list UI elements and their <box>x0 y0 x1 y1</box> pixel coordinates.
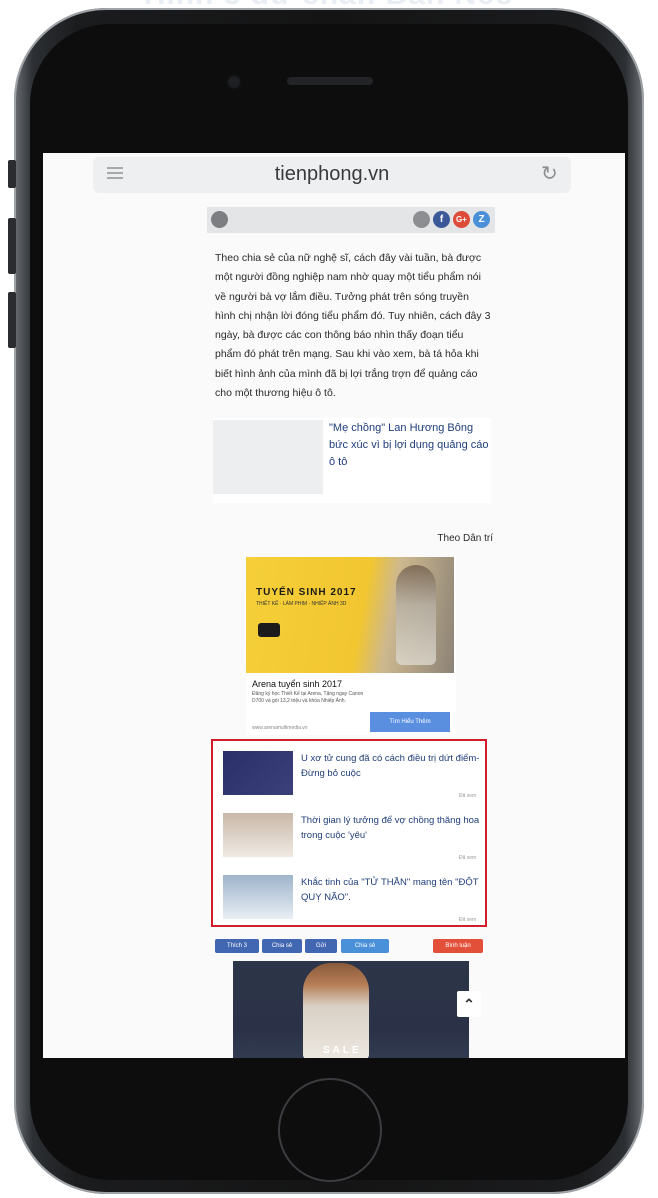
ad-headline: TUYỂN SINH 2017 <box>256 587 357 598</box>
circle-icon[interactable] <box>413 211 430 228</box>
recommended-title[interactable]: U xơ tử cung đã có cách điều trị dứt điể… <box>301 751 481 781</box>
stroke-thumbnail[interactable] <box>223 875 293 919</box>
front-camera <box>228 76 240 88</box>
uterus-thumbnail[interactable] <box>223 751 293 795</box>
recommended-meta: Đã xem <box>459 793 477 799</box>
related-thumbnail[interactable] <box>213 420 323 494</box>
share-button[interactable]: Chia sẻ <box>262 939 302 953</box>
like-button[interactable]: Thích 3 <box>215 939 259 953</box>
ad-title[interactable]: Arena tuyển sinh 2017 <box>252 679 342 689</box>
google-plus-icon[interactable]: G+ <box>453 211 470 228</box>
recommended-title[interactable]: Thời gian lý tưởng để vợ chồng thăng hoa… <box>301 813 481 843</box>
mute-switch <box>8 160 16 188</box>
social-bar: Thích 3 Chia sẻ Gửi Chia sẻ Bình luận <box>215 939 487 953</box>
zalo-share-button[interactable]: Chia sẻ <box>341 939 389 953</box>
send-button[interactable]: Gửi <box>305 939 337 953</box>
address-bar[interactable]: tienphong.vn ↻ <box>93 157 571 193</box>
facebook-icon[interactable]: f <box>433 211 450 228</box>
ad-description: Đăng ký học Thiết Kế tại Arena, Tặng nga… <box>252 691 364 704</box>
couple-thumbnail[interactable] <box>223 813 293 857</box>
related-article[interactable]: "Mẹ chồng" Lan Hương Bông bức xúc vì bị … <box>213 418 491 503</box>
home-button[interactable] <box>278 1078 382 1182</box>
camera-icon <box>258 623 280 637</box>
ad-subheadline: THIẾT KẾ · LÀM PHIM · NHIẾP ẢNH 3D <box>256 601 347 607</box>
ad-cta-button[interactable]: Tìm Hiểu Thêm <box>370 712 450 732</box>
recommended-item[interactable]: Khắc tinh của "TỬ THẦN" mang tên "ĐỘT QU… <box>223 873 485 929</box>
recommended-item[interactable]: Thời gian lý tưởng để vợ chồng thăng hoa… <box>223 811 485 867</box>
volume-down-button <box>8 292 16 348</box>
zalo-icon[interactable]: Z <box>473 211 490 228</box>
advertisement[interactable]: TUYỂN SINH 2017 THIẾT KẾ · LÀM PHIM · NH… <box>246 557 456 735</box>
earpiece-speaker <box>287 77 373 85</box>
settings-icon[interactable] <box>211 211 228 228</box>
model-image <box>303 963 369 1058</box>
volume-up-button <box>8 218 16 274</box>
ad-domain: www.arenamultimedia.vn <box>252 725 308 731</box>
comment-button[interactable]: Bình luận <box>433 939 483 953</box>
sale-text: SALE <box>323 1045 362 1056</box>
recommended-meta: Đã xem <box>459 855 477 861</box>
bottom-advertisement[interactable]: SALE <box>233 961 469 1058</box>
share-toolbar: f G+ Z <box>207 207 495 233</box>
recommended-title[interactable]: Khắc tinh của "TỬ THẦN" mang tên "ĐỘT QU… <box>301 875 481 905</box>
recommended-meta: Đã xem <box>459 917 477 923</box>
scroll-to-top-button[interactable]: ⌃ <box>457 991 481 1017</box>
phone-screen: tienphong.vn ↻ f G+ Z Theo chia sẻ của n… <box>43 153 625 1058</box>
ad-person-image <box>396 565 436 665</box>
recommended-item[interactable]: U xơ tử cung đã có cách điều trị dứt điể… <box>223 749 485 805</box>
url-text: tienphong.vn <box>274 163 390 185</box>
reload-icon[interactable]: ↻ <box>541 161 558 186</box>
ad-banner-image[interactable]: TUYỂN SINH 2017 THIẾT KẾ · LÀM PHIM · NH… <box>246 557 454 673</box>
related-title-link[interactable]: "Mẹ chồng" Lan Hương Bông bức xúc vì bị … <box>329 420 489 471</box>
article-paragraph: Theo chia sẻ của nữ nghệ sĩ, cách đây và… <box>215 252 491 400</box>
recommended-box: U xơ tử cung đã có cách điều trị dứt điể… <box>211 739 487 927</box>
source-attribution: Theo Dân trí <box>437 533 493 544</box>
